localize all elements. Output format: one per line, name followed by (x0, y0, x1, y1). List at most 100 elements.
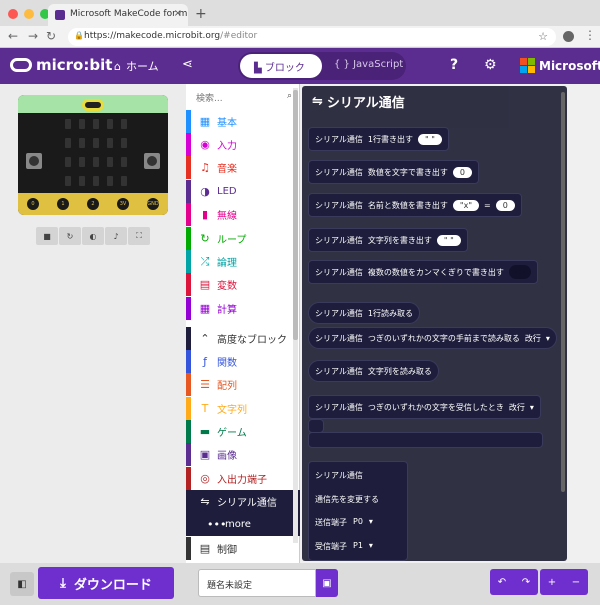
led[interactable] (79, 176, 85, 186)
new-tab-icon[interactable]: + (195, 6, 207, 22)
fullscreen-icon[interactable]: ⛶ (128, 227, 150, 245)
toolbox-category-12[interactable]: ☰ 配列 (186, 373, 300, 396)
toolbox-category-6[interactable]: ↻ ループ (186, 227, 300, 250)
reload-icon[interactable]: ↻ (46, 29, 56, 43)
button-a[interactable] (26, 153, 42, 169)
stop-icon[interactable]: ■ (36, 227, 58, 245)
led[interactable] (107, 176, 113, 186)
toolbox-category-11[interactable]: ƒ 関数 (186, 350, 300, 373)
led[interactable] (121, 119, 127, 129)
serial-block[interactable]: シリアル通信 複数の数値をカンマくぎりで書き出す (308, 260, 538, 284)
led[interactable] (65, 157, 71, 167)
led[interactable] (121, 157, 127, 167)
led[interactable] (79, 157, 85, 167)
toolbox-category-16[interactable]: ◎ 入出力端子 (186, 467, 300, 490)
led[interactable] (93, 138, 99, 148)
led[interactable] (121, 176, 127, 186)
gear-icon[interactable]: ⚙ (484, 57, 497, 73)
led[interactable] (79, 119, 85, 129)
blocks-tab[interactable]: ▙ ブロック (240, 54, 322, 78)
microsoft-logo[interactable]: Microsoft (520, 58, 600, 73)
serial-block[interactable]: シリアル通信 1行書き出す " " (308, 127, 449, 151)
search-input[interactable]: 検索... ⌕ (196, 88, 292, 106)
led[interactable] (65, 138, 71, 148)
search-icon[interactable]: ⌕ (287, 91, 292, 101)
microbit-logo[interactable]: micro:bit (10, 56, 112, 74)
url-field[interactable]: 🔒 https://makecode.microbit.org/#editor … (68, 28, 556, 46)
home-button[interactable]: ⌂ ホーム (114, 58, 159, 74)
undo-button[interactable]: ↶ (490, 569, 514, 595)
minimize-window-button[interactable] (24, 9, 34, 19)
project-name-input[interactable]: 題名未設定 (198, 569, 316, 597)
pin-2[interactable]: 2 (87, 198, 99, 210)
toolbox-category-10[interactable]: ⌃ 高度なブロック (186, 327, 300, 350)
led[interactable] (65, 119, 71, 129)
mute-icon[interactable]: ♪ (105, 227, 127, 245)
browser-tab[interactable]: Microsoft MakeCode for micro:bit × (48, 4, 188, 26)
zoom-in-button[interactable]: + (540, 569, 564, 595)
led[interactable] (107, 119, 113, 129)
toolbox-category-17[interactable]: ⇋ シリアル通信 (186, 490, 300, 513)
toolbox-category-9[interactable]: ▦ 計算 (186, 297, 300, 320)
led[interactable] (93, 176, 99, 186)
led[interactable] (107, 157, 113, 167)
share-icon[interactable]: ⋖ (182, 57, 193, 72)
close-window-button[interactable] (8, 9, 18, 19)
toolbox-category-7[interactable]: ⤮ 論理 (186, 250, 300, 273)
back-icon[interactable]: ← (8, 29, 18, 43)
save-button[interactable]: ▣ (316, 569, 338, 597)
block-dropdown[interactable]: 改行 (525, 333, 541, 344)
scrollbar-thumb[interactable] (293, 90, 298, 340)
toolbox-category-15[interactable]: ▣ 画像 (186, 443, 300, 466)
rx-pin-dropdown[interactable]: P1 (353, 541, 363, 552)
toolbox-category-19[interactable]: ▤ 制御 (186, 537, 300, 560)
led[interactable] (79, 138, 85, 148)
collapse-simulator-button[interactable]: ◧ (10, 572, 34, 596)
block-input[interactable]: "x" (452, 199, 480, 211)
redo-button[interactable]: ↷ (514, 569, 538, 595)
browser-menu-icon[interactable]: ⋮ (584, 28, 596, 42)
javascript-tab[interactable]: { } JavaScript (334, 59, 403, 70)
led[interactable] (93, 119, 99, 129)
flyout-scrollbar[interactable] (561, 92, 565, 492)
block-dropdown[interactable]: 改行 (509, 402, 525, 413)
toolbox-category-8[interactable]: ▤ 変数 (186, 273, 300, 296)
block-input[interactable]: " " (418, 133, 442, 145)
serial-block[interactable]: シリアル通信 つぎのいずれかの文字の手前まで読み取る 改行 ▾ (308, 327, 557, 349)
toolbox-category-14[interactable]: ▬ ゲーム (186, 420, 300, 443)
forward-icon[interactable]: → (28, 29, 38, 43)
serial-redirect-block[interactable]: シリアル通信 通信先を変更する 送信端子 P0 ▾ 受信端子 P1 ▾ (308, 461, 408, 561)
pin-0[interactable]: 0 (27, 198, 39, 210)
bookmark-star-icon[interactable]: ☆ (538, 30, 548, 43)
led[interactable] (107, 138, 113, 148)
led[interactable] (93, 157, 99, 167)
tx-pin-dropdown[interactable]: P0 (353, 517, 363, 528)
toolbox-category-4[interactable]: ◑ LED (186, 180, 300, 203)
serial-block[interactable]: シリアル通信 文字列を書き出す " " (308, 228, 468, 252)
toolbox-category-18[interactable]: ••• more (186, 513, 300, 536)
serial-block[interactable]: シリアル通信 数値を文字で書き出す 0 (308, 160, 480, 184)
slowmo-icon[interactable]: ◐ (82, 227, 104, 245)
pin-1[interactable]: 1 (57, 198, 69, 210)
toolbox-scrollbar[interactable] (293, 88, 298, 543)
toolbox-category-3[interactable]: ♫ 音楽 (186, 156, 300, 179)
toolbox-category-1[interactable]: ▦ 基本 (186, 110, 300, 133)
zoom-out-button[interactable]: − (564, 569, 588, 595)
help-icon[interactable]: ? (450, 57, 458, 73)
serial-block[interactable]: シリアル通信 名前と数値を書き出す "x" = 0 (308, 193, 522, 217)
led[interactable] (121, 138, 127, 148)
close-tab-icon[interactable]: × (174, 8, 182, 19)
block-input[interactable]: " " (436, 234, 461, 246)
download-button[interactable]: ⤓ ダウンロード (38, 567, 174, 599)
serial-block[interactable]: シリアル通信 文字列を読み取る (308, 360, 439, 382)
block-input[interactable]: 0 (452, 166, 473, 178)
serial-block[interactable]: シリアル通信 つぎのいずれかの文字を受信したとき 改行 ▾ (308, 395, 541, 419)
toolbox-category-2[interactable]: ◉ 入力 (186, 133, 300, 156)
block-array-input[interactable] (508, 265, 531, 279)
toolbox-category-5[interactable]: ▮ 無線 (186, 203, 300, 226)
serial-block[interactable]: シリアル通信 1行読み取る (308, 302, 421, 324)
block-input[interactable]: 0 (495, 199, 515, 211)
restart-icon[interactable]: ↻ (59, 227, 81, 245)
led[interactable] (65, 176, 71, 186)
profile-icon[interactable] (563, 31, 574, 42)
